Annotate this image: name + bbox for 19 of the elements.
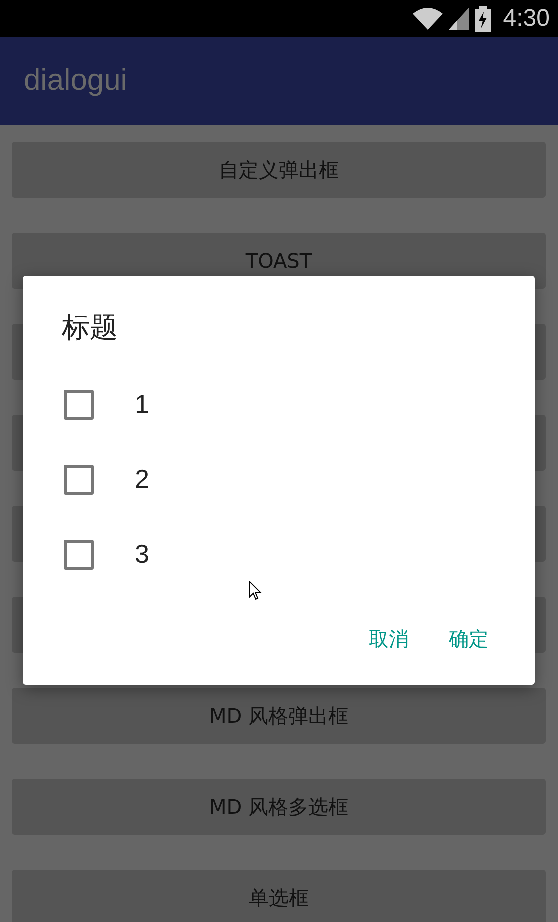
dialog-action-button[interactable]: 确定 [449, 622, 489, 657]
wifi-icon [413, 8, 444, 30]
dialog-action-button[interactable]: 取消 [369, 622, 409, 657]
checkbox[interactable] [64, 464, 94, 494]
menu-button[interactable]: 单选框 [12, 870, 546, 922]
menu-button[interactable]: MD 风格弹出框 [12, 688, 546, 744]
battery-icon [475, 6, 492, 32]
dialog-title: 标题 [62, 310, 118, 346]
clock-time: 4:30 [503, 4, 550, 32]
checkbox[interactable] [64, 540, 94, 570]
signal-icon [449, 8, 470, 30]
checkbox[interactable] [64, 390, 94, 420]
menu-button[interactable]: MD 风格多选框 [12, 779, 546, 835]
app-title: dialogui [24, 64, 128, 98]
cursor-icon [249, 581, 262, 601]
option-label: 2 [135, 464, 150, 495]
option-label: 1 [135, 389, 150, 420]
menu-button[interactable]: 自定义弹出框 [12, 142, 546, 198]
option-label: 3 [135, 539, 150, 570]
